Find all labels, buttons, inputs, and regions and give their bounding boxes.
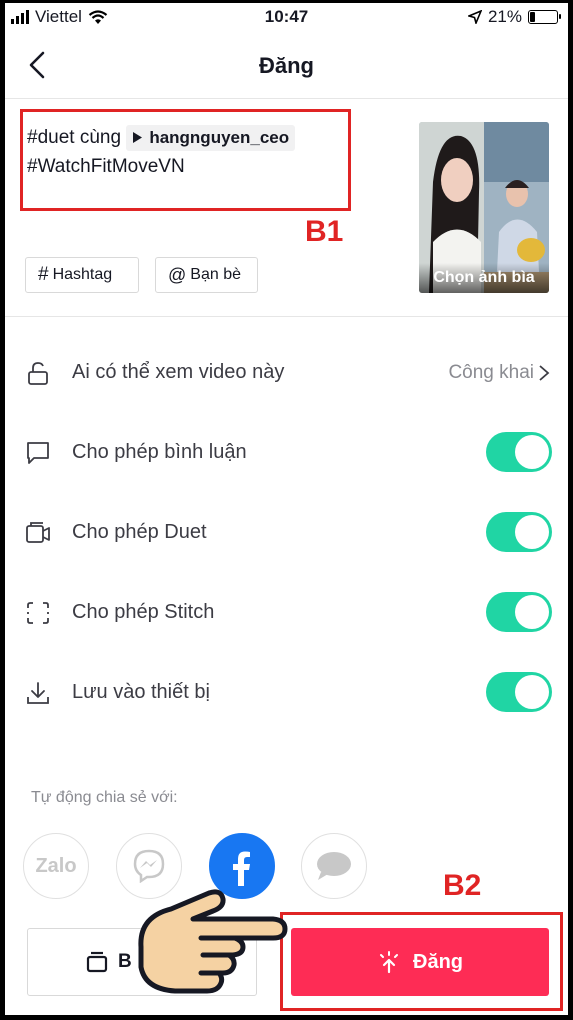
cover-picker[interactable]: Chọn ảnh bìa (419, 122, 549, 293)
zalo-share-button[interactable]: Zalo (23, 833, 89, 899)
save-label: Lưu vào thiết bị (72, 681, 210, 703)
cover-label: Chọn ảnh bìa (419, 263, 549, 293)
pointing-hand-icon (138, 889, 288, 994)
privacy-label: Ai có thể xem video này (72, 361, 285, 383)
stitch-label: Cho phép Stitch (72, 601, 215, 623)
back-button[interactable] (23, 49, 53, 81)
hashtag-button[interactable]: # Hashtag (25, 257, 139, 293)
zalo-icon: Zalo (35, 854, 77, 877)
at-icon: @ (168, 264, 187, 285)
drafts-label: B (118, 951, 132, 972)
comments-label: Cho phép bình luận (72, 441, 247, 463)
share-title: Tự động chia sẻ với: (31, 789, 178, 806)
save-row: Lưu vào thiết bị (5, 662, 568, 722)
message-bubble-icon (317, 852, 351, 880)
toggle-knob (515, 675, 549, 709)
comment-icon (27, 442, 49, 464)
chevron-left-icon (29, 51, 45, 79)
duet-icon (26, 522, 50, 543)
toggle-knob (515, 595, 549, 629)
unlock-icon (28, 362, 48, 385)
stitch-row: Cho phép Stitch (5, 582, 568, 642)
messenger-icon (133, 849, 165, 883)
friends-button[interactable]: @ Bạn bè (155, 257, 258, 293)
status-bar: Viettel 10:47 21% (5, 3, 568, 31)
screen: Viettel 10:47 21% Đăng #duet cùng hangng… (5, 3, 568, 1015)
sms-share-button[interactable] (301, 833, 367, 899)
duet-row: Cho phép Duet (5, 502, 568, 562)
duet-label: Cho phép Duet (72, 521, 207, 543)
friends-label: Bạn bè (190, 266, 241, 283)
facebook-icon (233, 851, 250, 886)
duet-toggle[interactable] (486, 512, 552, 552)
comments-toggle[interactable] (486, 432, 552, 472)
chevron-right-icon (539, 365, 550, 381)
stitch-icon (27, 602, 49, 624)
download-icon (27, 682, 49, 704)
section-divider (5, 316, 568, 317)
stitch-toggle[interactable] (486, 592, 552, 632)
battery-icon (528, 10, 561, 24)
location-icon (467, 10, 482, 24)
status-right: 21% (467, 7, 561, 27)
save-toggle[interactable] (486, 672, 552, 712)
privacy-row[interactable]: Ai có thể xem video này Công khai (5, 342, 568, 402)
annotation-b1-box (20, 109, 351, 211)
annotation-b2-box (280, 912, 563, 1011)
annotation-b1-label: B1 (305, 215, 344, 248)
battery-percent: 21% (487, 7, 522, 26)
drafts-icon (86, 951, 108, 973)
header: Đăng (5, 31, 568, 99)
hashtag-label: Hashtag (52, 266, 113, 283)
toggle-knob (515, 435, 549, 469)
privacy-value: Công khai (448, 362, 534, 383)
page-title: Đăng (259, 53, 314, 78)
toggle-knob (515, 515, 549, 549)
comments-row: Cho phép bình luận (5, 422, 568, 482)
device-frame: Viettel 10:47 21% Đăng #duet cùng hangng… (0, 0, 573, 1020)
annotation-b2-label: B2 (443, 869, 482, 902)
hashtag-icon: # (38, 264, 49, 285)
